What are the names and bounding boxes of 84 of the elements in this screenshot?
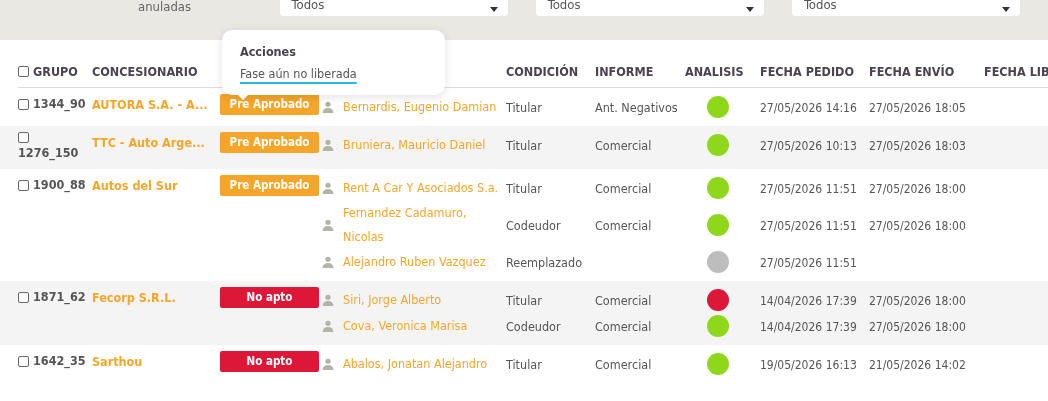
group-number: 1900_88 <box>33 176 86 195</box>
group-number: 1871_62 <box>33 288 86 307</box>
report-text: Comercial <box>595 318 652 334</box>
dealer-link[interactable]: Sarthou <box>92 354 143 369</box>
person-icon <box>322 219 334 231</box>
report-text: Ant. Negativos <box>595 99 678 115</box>
select-field[interactable]: Todos <box>279 0 508 16</box>
date-text: 27/05/2026 11:51 <box>760 181 857 196</box>
condition-text: Titular <box>506 292 542 308</box>
caret-icon <box>1002 7 1010 12</box>
condition-text: Titular <box>506 137 542 153</box>
status-button[interactable]: No apto <box>220 351 319 372</box>
report-text: Comercial <box>595 356 652 372</box>
condition-text: Titular <box>506 180 542 196</box>
column-header: ANALISIS <box>685 64 745 79</box>
checkbox[interactable] <box>18 98 29 110</box>
condition-text: Reemplazado <box>506 254 583 270</box>
person-icon <box>322 294 334 306</box>
dealer-link[interactable]: TTC - Auto Arge... <box>92 135 205 150</box>
person-link[interactable]: Bruniera, Mauricio Daniel <box>343 133 506 157</box>
select-field[interactable]: Todos <box>535 0 764 16</box>
date-text: 14/04/2026 17:39 <box>760 293 857 308</box>
phase-link[interactable]: Fase aún no liberada <box>240 66 357 81</box>
dealer-link[interactable]: AUTORA S.A. - A... <box>92 97 208 112</box>
date-text: 27/05/2026 18:03 <box>869 138 966 153</box>
condition-text: Codeudor <box>506 318 561 334</box>
person-icon <box>322 358 334 370</box>
date-text: 27/05/2026 10:13 <box>760 138 857 153</box>
status-button[interactable]: No apto <box>220 287 319 308</box>
person-link[interactable]: Abalos, Jonatan Alejandro <box>343 352 506 376</box>
condition-text: Titular <box>506 356 542 372</box>
date-text: 27/05/2026 18:00 <box>869 319 966 334</box>
person-link[interactable]: Rent A Car Y Asociados S.a. <box>343 176 506 200</box>
dealer-link[interactable]: Autos del Sur <box>92 178 178 193</box>
date-text: 27/05/2026 18:05 <box>869 100 966 115</box>
report-text: Comercial <box>595 217 652 233</box>
group-number: 1344_90 <box>33 95 86 114</box>
column-header: INFORME <box>595 64 655 79</box>
date-text: 27/05/2026 11:51 <box>760 255 857 270</box>
person-icon <box>322 256 334 268</box>
report-text: Comercial <box>595 180 652 196</box>
caret-icon <box>745 7 754 12</box>
person-link[interactable]: Alejandro Ruben Vazquez <box>343 250 506 274</box>
person-icon <box>322 320 334 332</box>
date-text: 27/05/2026 18:00 <box>869 181 966 196</box>
column-header: FECHA LIB <box>984 64 1048 79</box>
group-number: 1642_35 <box>33 352 86 371</box>
report-text: Comercial <box>595 292 652 308</box>
column-header: GRUPO <box>33 64 78 79</box>
popover-title: Acciones <box>240 44 297 59</box>
person-link[interactable]: Fernandez Cadamuro, Nicolas <box>343 201 506 249</box>
checkbox[interactable] <box>18 179 29 191</box>
caret-icon <box>489 7 498 12</box>
column-header: CONCESIONARIO <box>92 64 199 79</box>
person-icon <box>322 139 334 151</box>
checkbox[interactable] <box>18 355 29 367</box>
date-text: 27/05/2026 14:16 <box>760 100 857 115</box>
column-header: FECHA ENVÍO <box>869 64 956 79</box>
condition-text: Codeudor <box>506 217 561 233</box>
checkbox[interactable] <box>18 132 29 143</box>
filter-label: anuladas <box>137 0 193 14</box>
select-field[interactable]: Todos <box>791 0 1020 16</box>
column-header: FECHA PEDIDO <box>760 64 855 79</box>
checkbox[interactable] <box>18 291 29 303</box>
report-text: Comercial <box>595 137 652 153</box>
status-button[interactable]: Pre Aprobado <box>220 175 319 196</box>
date-text: 19/05/2026 16:13 <box>760 357 857 372</box>
person-link[interactable]: Bernardis, Eugenio Damian <box>343 95 506 119</box>
status-button[interactable]: Pre Aprobado <box>220 94 319 115</box>
date-text: 27/05/2026 18:00 <box>869 293 966 308</box>
group-number: 1276_150 <box>18 144 79 163</box>
status-button[interactable]: Pre Aprobado <box>220 132 319 153</box>
condition-text: Titular <box>506 99 542 115</box>
column-header: CONDICIÓN <box>506 64 580 79</box>
date-text: 27/05/2026 18:00 <box>869 218 966 233</box>
person-icon <box>322 101 334 113</box>
date-text: 14/04/2026 17:39 <box>760 319 857 334</box>
dealer-link[interactable]: Fecorp S.R.L. <box>92 290 176 305</box>
person-link[interactable]: Cova, Veronica Marisa <box>343 314 506 338</box>
date-text: 27/05/2026 11:51 <box>760 218 857 233</box>
person-link[interactable]: Siri, Jorge Alberto <box>343 288 506 312</box>
checkbox[interactable] <box>18 66 29 77</box>
date-text: 21/05/2026 14:02 <box>869 357 966 372</box>
person-icon <box>322 182 334 194</box>
